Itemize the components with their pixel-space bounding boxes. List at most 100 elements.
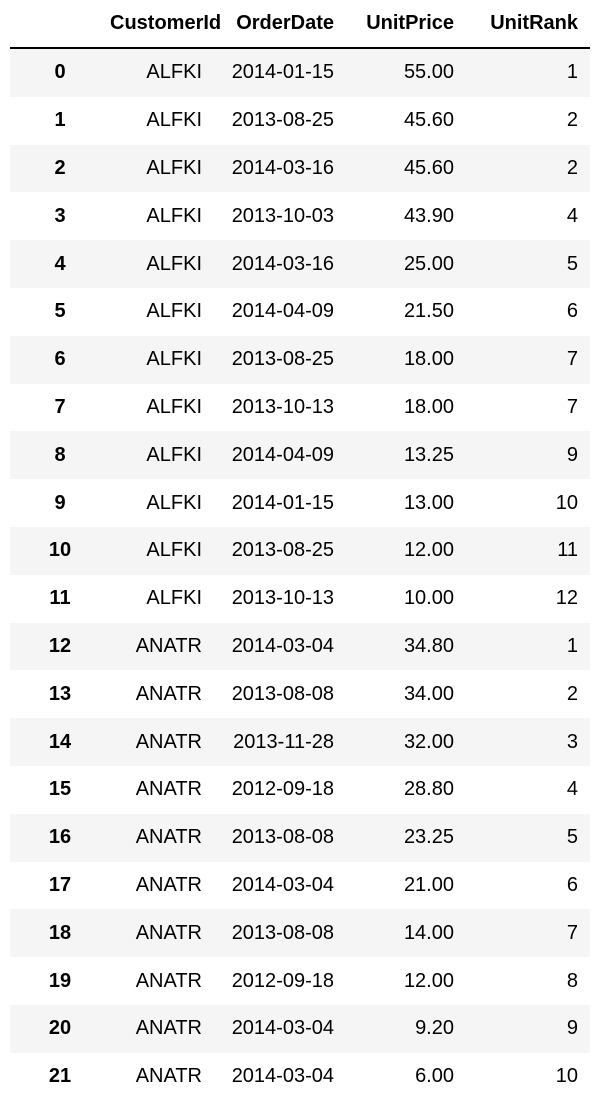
cell-unitprice: 34.00 [403,682,454,705]
row-index: 16 [48,826,72,849]
table-row: 20 ANATR 2014-03-04 9.20 9 [10,1004,590,1053]
cell-customerid: ANATR [135,1065,202,1088]
column-header-customerid: CustomerId [110,0,221,49]
table-row: 13 ANATR 2013-08-08 34.00 2 [10,670,590,719]
cell-unitprice: 10.00 [403,587,454,610]
cell-unitrank: 5 [566,252,578,275]
row-index: 3 [54,204,66,227]
row-index: 10 [48,539,72,562]
table-row: 15 ANATR 2012-09-18 28.80 4 [10,765,590,814]
row-index: 17 [48,873,72,896]
cell-customerid: ALFKI [146,204,202,227]
row-index: 2 [54,156,66,179]
cell-unitprice: 21.00 [403,873,454,896]
cell-orderdate: 2014-03-04 [231,1065,334,1088]
column-header-orderdate: OrderDate [214,0,346,49]
cell-unitprice: 18.00 [403,395,454,418]
cell-orderdate: 2012-09-18 [231,778,334,801]
table-row: 10 ALFKI 2013-08-25 12.00 11 [10,526,590,575]
table-row: 18 ANATR 2013-08-08 14.00 7 [10,909,590,958]
cell-unitrank: 10 [555,1065,578,1088]
cell-orderdate: 2014-03-04 [231,1017,334,1040]
cell-orderdate: 2012-09-18 [231,969,334,992]
cell-unitprice: 55.00 [403,61,454,84]
cell-orderdate: 2014-03-16 [231,156,334,179]
cell-customerid: ANATR [135,969,202,992]
cell-orderdate: 2014-03-04 [231,634,334,657]
cell-customerid: ALFKI [146,443,202,466]
cell-customerid: ALFKI [146,539,202,562]
row-index: 6 [54,348,66,371]
table-row: 0 ALFKI 2014-01-15 55.00 1 [10,48,590,97]
cell-unitrank: 4 [566,204,578,227]
cell-orderdate: 2013-10-03 [231,204,334,227]
row-index: 20 [48,1017,72,1040]
cell-orderdate: 2013-08-08 [231,682,334,705]
cell-customerid: ALFKI [146,395,202,418]
header-row: CustomerId OrderDate UnitPrice UnitRank [10,0,590,49]
cell-orderdate: 2014-01-15 [231,491,334,514]
table-row: 7 ALFKI 2013-10-13 18.00 7 [10,383,590,432]
cell-orderdate: 2013-10-13 [231,395,334,418]
cell-unitprice: 34.80 [403,634,454,657]
row-index: 12 [48,634,72,657]
cell-unitrank: 1 [566,634,578,657]
cell-orderdate: 2013-08-08 [231,921,334,944]
cell-unitrank: 6 [566,873,578,896]
column-header-unitrank: UnitRank [466,0,590,49]
cell-unitprice: 45.60 [403,109,454,132]
cell-unitrank: 8 [566,969,578,992]
cell-unitrank: 2 [566,109,578,132]
table-row: 5 ALFKI 2014-04-09 21.50 6 [10,287,590,336]
cell-unitprice: 28.80 [403,778,454,801]
cell-unitprice: 12.00 [403,539,454,562]
cell-orderdate: 2013-11-28 [233,730,334,753]
cell-unitprice: 21.50 [403,300,454,323]
cell-customerid: ANATR [135,778,202,801]
cell-unitprice: 13.00 [403,491,454,514]
row-index: 1 [54,109,66,132]
cell-orderdate: 2013-08-08 [231,826,334,849]
cell-customerid: ANATR [135,826,202,849]
cell-unitprice: 14.00 [403,921,454,944]
table-row: 16 ANATR 2013-08-08 23.25 5 [10,813,590,862]
table-row: 4 ALFKI 2014-03-16 25.00 5 [10,240,590,288]
cell-unitrank: 12 [555,587,578,610]
table-row: 11 ALFKI 2013-10-13 10.00 12 [10,574,590,623]
cell-customerid: ANATR [135,921,202,944]
cell-orderdate: 2014-04-09 [231,300,334,323]
cell-orderdate: 2013-08-25 [231,109,334,132]
table-header: CustomerId OrderDate UnitPrice UnitRank [10,0,590,49]
cell-customerid: ALFKI [146,252,202,275]
cell-customerid: ALFKI [146,156,202,179]
table-row: 6 ALFKI 2013-08-25 18.00 7 [10,335,590,384]
cell-orderdate: 2013-08-25 [231,539,334,562]
cell-unitrank: 7 [566,395,578,418]
cell-unitrank: 7 [566,348,578,371]
cell-customerid: ANATR [135,634,202,657]
table-row: 9 ALFKI 2014-01-15 13.00 10 [10,479,590,527]
row-index: 8 [54,443,66,466]
cell-unitprice: 18.00 [403,348,454,371]
cell-unitrank: 1 [566,61,578,84]
cell-orderdate: 2013-10-13 [231,587,334,610]
row-index: 5 [54,300,66,323]
table-row: 8 ALFKI 2014-04-09 13.25 9 [10,431,590,480]
cell-unitrank: 10 [555,491,578,514]
row-index: 9 [54,491,66,514]
dataframe-table: CustomerId OrderDate UnitPrice UnitRank … [10,0,590,1101]
row-index: 21 [48,1065,72,1088]
cell-unitrank: 3 [566,730,578,753]
cell-unitrank: 2 [566,156,578,179]
row-index: 13 [48,682,72,705]
table-row: 14 ANATR 2013-11-28 32.00 3 [10,718,590,766]
cell-orderdate: 2014-01-15 [231,61,334,84]
row-index: 0 [54,61,66,84]
cell-unitrank: 9 [566,443,578,466]
cell-customerid: ANATR [135,873,202,896]
row-index: 11 [49,587,71,610]
cell-unitrank: 4 [566,778,578,801]
cell-customerid: ALFKI [146,61,202,84]
cell-orderdate: 2014-03-04 [231,873,334,896]
row-index: 15 [48,778,72,801]
